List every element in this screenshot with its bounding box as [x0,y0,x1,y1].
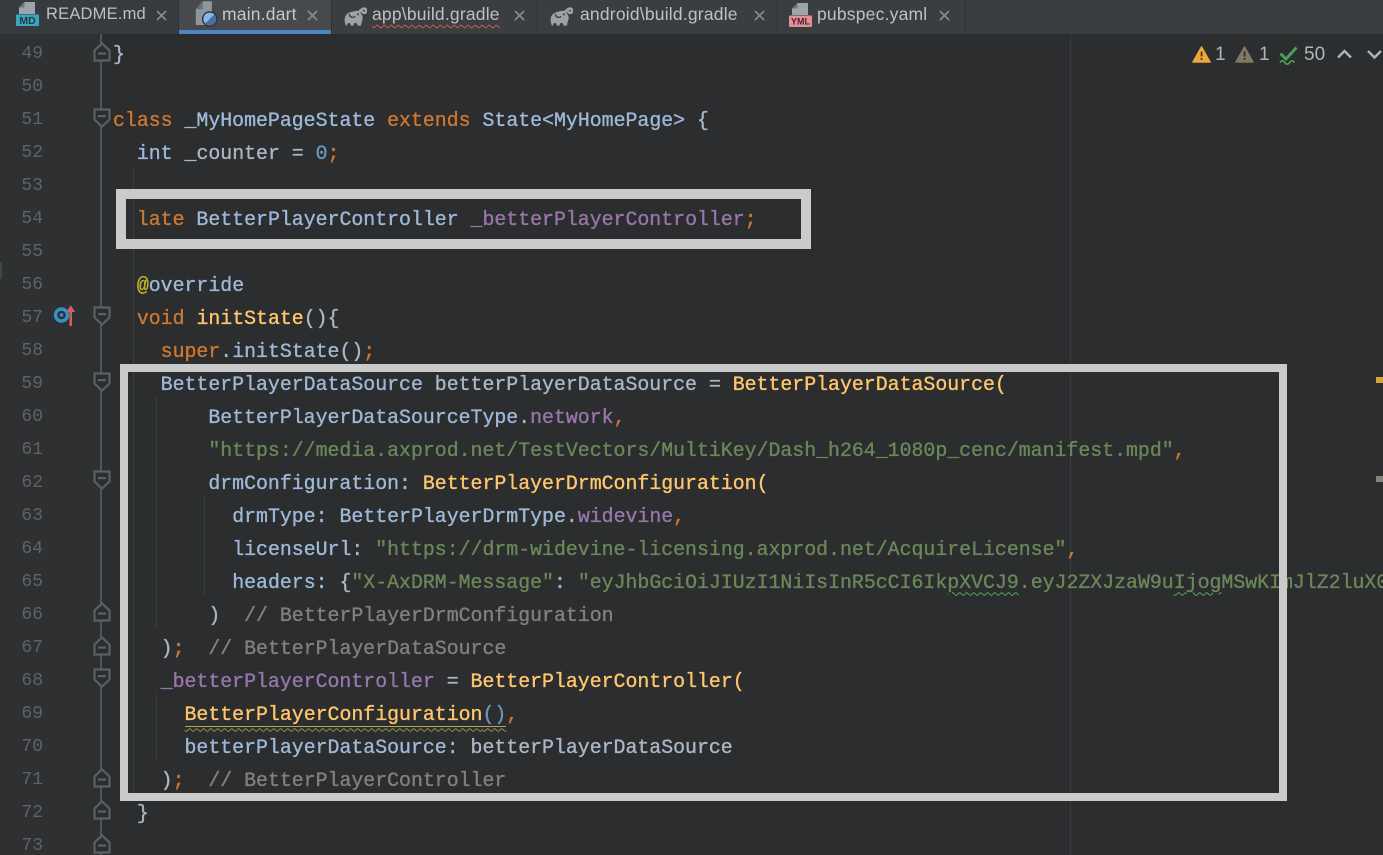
svg-text:MD: MD [19,15,36,27]
svg-text:YML: YML [791,17,811,27]
